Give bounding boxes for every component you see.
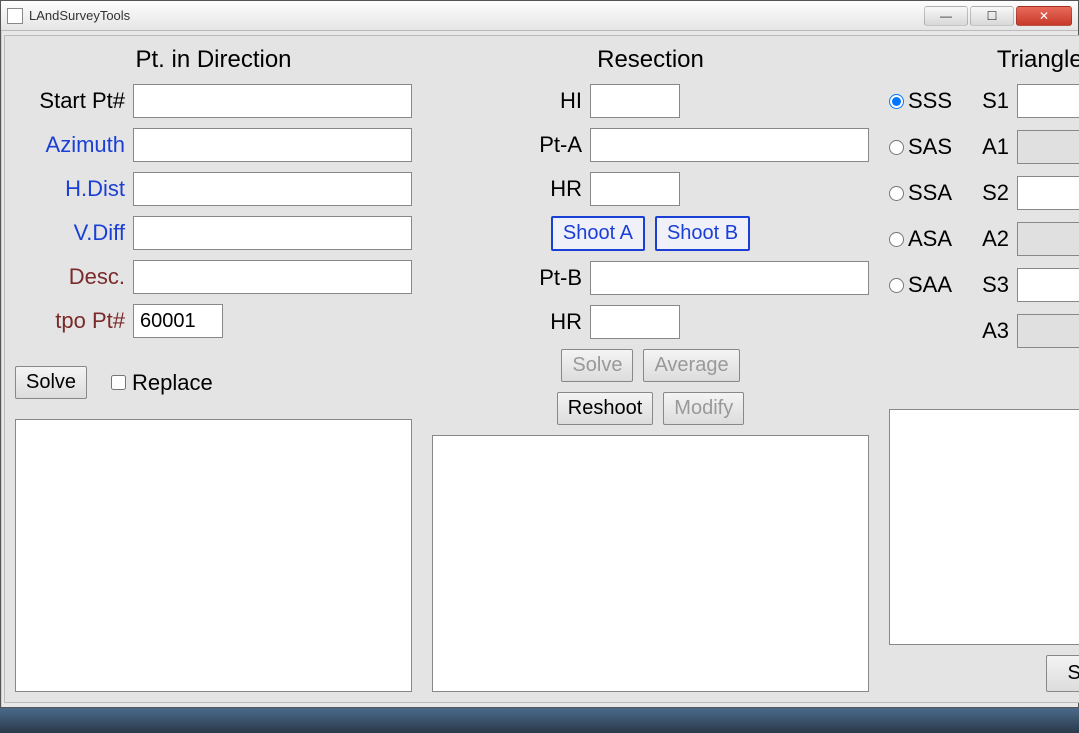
shoot-b-button[interactable]: Shoot B [655,216,750,251]
triangle-column: Triangle Solutions SSS S1 SAS A1 SSA S2 [889,46,1079,692]
hdist-input[interactable] [133,172,412,206]
desc-input[interactable] [133,260,412,294]
ptb-input[interactable] [590,261,869,295]
taskbar[interactable] [0,708,1079,733]
app-icon [7,8,23,24]
a3-label: A3 [977,318,1009,344]
mode-sss[interactable]: SSS [889,88,969,114]
ptb-label: Pt-B [432,265,582,291]
s2-input[interactable] [1017,176,1079,210]
direction-heading: Pt. in Direction [15,46,412,74]
a2-label: A2 [977,226,1009,252]
s3-input[interactable] [1017,268,1079,302]
window-title: LAndSurveyTools [29,8,130,23]
left-tab-strip[interactable] [1,31,2,707]
s3-label: S3 [977,272,1009,298]
app-window: LAndSurveyTools — ☐ ✕ Pt. in Direction S… [0,0,1079,708]
start-pt-input[interactable] [133,84,412,118]
radio-asa[interactable] [889,232,904,247]
s1-input[interactable] [1017,84,1079,118]
titlebar[interactable]: LAndSurveyTools — ☐ ✕ [1,1,1078,31]
minimize-button[interactable]: — [924,6,968,26]
pta-input[interactable] [590,128,869,162]
azimuth-input[interactable] [133,128,412,162]
vdiff-input[interactable] [133,216,412,250]
a2-input[interactable] [1017,222,1079,256]
hi-input[interactable] [590,84,680,118]
direction-column: Pt. in Direction Start Pt# Azimuth H.Dis… [15,46,412,692]
hrb-input[interactable] [590,305,680,339]
shoot-a-button[interactable]: Shoot A [551,216,645,251]
start-pt-label: Start Pt# [15,88,125,114]
desc-label: Desc. [15,264,125,290]
a1-label: A1 [977,134,1009,160]
azimuth-label: Azimuth [15,132,125,158]
close-button[interactable]: ✕ [1016,6,1072,26]
replace-checkbox-label[interactable]: Replace [111,370,213,396]
s2-label: S2 [977,180,1009,206]
radio-saa[interactable] [889,278,904,293]
vdiff-label: V.Diff [15,220,125,246]
triangle-solve-button[interactable]: Solve [1046,655,1079,692]
maximize-button[interactable]: ☐ [970,6,1014,26]
triangle-heading: Triangle Solutions [889,46,1079,74]
direction-solve-button[interactable]: Solve [15,366,87,399]
pta-label: Pt-A [432,132,582,158]
a3-input[interactable] [1017,314,1079,348]
mode-ssa[interactable]: SSA [889,180,969,206]
radio-sss[interactable] [889,94,904,109]
radio-ssa[interactable] [889,186,904,201]
tpo-pt-label: tpo Pt# [15,308,125,334]
resection-heading: Resection [432,46,869,74]
triangle-output[interactable] [889,409,1079,645]
a1-input[interactable] [1017,130,1079,164]
mode-sas[interactable]: SAS [889,134,969,160]
radio-sas[interactable] [889,140,904,155]
hdist-label: H.Dist [15,176,125,202]
resection-solve-button[interactable]: Solve [561,349,633,382]
tpo-pt-input[interactable] [133,304,223,338]
modify-button[interactable]: Modify [663,392,744,425]
replace-checkbox[interactable] [111,375,126,390]
hrb-label: HR [432,309,582,335]
s1-label: S1 [977,88,1009,114]
direction-output[interactable] [15,419,412,692]
main-panel: Pt. in Direction Start Pt# Azimuth H.Dis… [4,35,1079,703]
mode-asa[interactable]: ASA [889,226,969,252]
average-button[interactable]: Average [643,349,739,382]
hra-input[interactable] [590,172,680,206]
hra-label: HR [432,176,582,202]
resection-output[interactable] [432,435,869,692]
mode-saa[interactable]: SAA [889,272,969,298]
reshoot-button[interactable]: Reshoot [557,392,654,425]
hi-label: HI [432,88,582,114]
resection-column: Resection HI Pt-A HR Shoot A Shoot B [432,46,869,692]
